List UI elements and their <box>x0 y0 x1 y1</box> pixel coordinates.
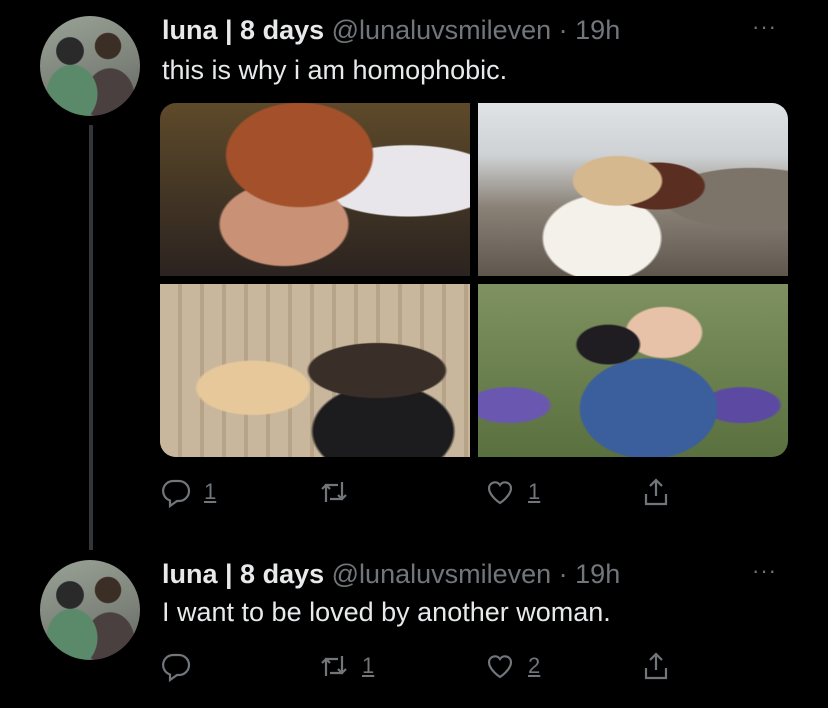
display-name[interactable]: luna | 8 days <box>162 559 324 589</box>
share-icon <box>644 478 668 506</box>
avatar[interactable] <box>40 16 140 116</box>
retweet-button[interactable]: 1 <box>318 646 374 686</box>
tweet-text: I want to be loved by another woman. <box>162 597 611 627</box>
reply-icon <box>162 479 191 508</box>
media-photo-4[interactable] <box>478 284 788 457</box>
tweet-header: luna | 8 days @lunaluvsmileven · 19h <box>162 556 620 592</box>
tweet-1[interactable]: luna | 8 days @lunaluvsmileven · 19h ···… <box>0 0 828 550</box>
timestamp[interactable]: 19h <box>575 559 620 589</box>
username[interactable]: @lunaluvsmileven <box>332 15 552 45</box>
separator: · <box>551 559 576 589</box>
reply-count: 1 <box>204 479 217 504</box>
retweet-button[interactable] <box>318 472 362 512</box>
timestamp[interactable]: 19h <box>575 15 620 45</box>
separator: · <box>551 15 576 45</box>
reply-button[interactable] <box>160 646 204 686</box>
media-photo-1[interactable] <box>160 103 470 276</box>
heart-icon <box>487 481 513 505</box>
tweet-text: this is why i am homophobic. <box>162 55 508 85</box>
media-photo-2[interactable] <box>478 103 788 276</box>
more-options-icon[interactable]: ··· <box>752 558 777 584</box>
tweet-actions: 1 1 <box>0 472 828 512</box>
display-name[interactable]: luna | 8 days <box>162 15 324 45</box>
share-button[interactable] <box>640 646 672 686</box>
retweet-icon <box>321 482 347 502</box>
avatar[interactable] <box>40 560 140 660</box>
retweet-icon <box>321 656 347 676</box>
tweet-header: luna | 8 days @lunaluvsmileven · 19h <box>162 12 620 48</box>
share-icon <box>644 652 668 680</box>
username[interactable]: @lunaluvsmileven <box>332 559 552 589</box>
like-button[interactable]: 1 <box>484 472 540 512</box>
share-button[interactable] <box>640 472 672 512</box>
retweet-count: 1 <box>362 653 375 678</box>
reply-icon <box>162 653 191 682</box>
reply-button[interactable]: 1 <box>160 472 216 512</box>
media-photo-3[interactable] <box>160 284 470 457</box>
tweet-2[interactable]: luna | 8 days @lunaluvsmileven · 19h ···… <box>0 550 828 708</box>
like-count: 2 <box>528 653 541 678</box>
heart-icon <box>487 655 513 679</box>
media-grid <box>160 103 788 457</box>
like-button[interactable]: 2 <box>484 646 540 686</box>
more-options-icon[interactable]: ··· <box>752 14 777 40</box>
like-count: 1 <box>528 479 541 504</box>
tweet-actions: 1 2 <box>0 646 828 686</box>
